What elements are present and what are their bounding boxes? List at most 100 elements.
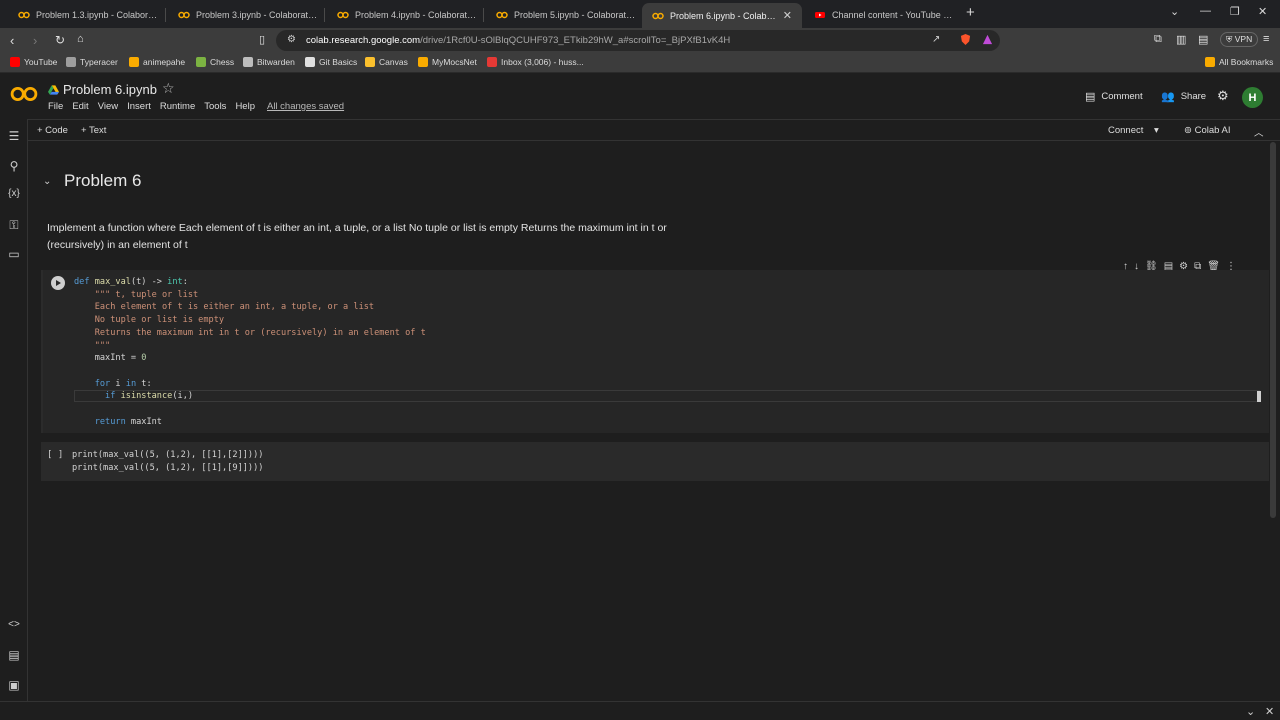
menu-insert[interactable]: Insert bbox=[127, 101, 151, 112]
table-of-contents-icon[interactable]: ☰ bbox=[6, 129, 22, 143]
menu-bar: File Edit View Insert Runtime Tools Help… bbox=[48, 101, 344, 112]
code-line: print(max_val((5, (1,2), [[1],[2]]))) bbox=[72, 450, 264, 460]
back-icon[interactable]: ‹ bbox=[10, 33, 14, 48]
comment-button[interactable]: ▤ Comment bbox=[1085, 90, 1143, 103]
colab-header: Problem 6.ipynb ☆ File Edit View Insert … bbox=[0, 74, 1280, 118]
secrets-key-icon[interactable]: ⚿ bbox=[6, 218, 22, 233]
code-cell-1[interactable]: def max_val(t) -> int: """ t, tuple or l… bbox=[41, 270, 1269, 433]
collapse-header-icon[interactable]: ︿ bbox=[1254, 125, 1264, 139]
files-folder-icon[interactable]: ▭ bbox=[6, 247, 22, 261]
minimize-icon[interactable]: — bbox=[1200, 5, 1211, 17]
code-cell-2[interactable]: [ ] print(max_val((5, (1,2), [[1],[2]]))… bbox=[41, 442, 1269, 481]
sidebar-icon[interactable]: ▥ bbox=[1176, 33, 1186, 46]
vpn-button[interactable]: ⛨ VPN bbox=[1220, 32, 1259, 47]
save-status[interactable]: All changes saved bbox=[267, 101, 344, 112]
share-button[interactable]: 👥 Share bbox=[1161, 90, 1206, 103]
menu-file[interactable]: File bbox=[48, 101, 63, 112]
maximize-icon[interactable]: ❐ bbox=[1230, 5, 1240, 18]
home-icon[interactable]: ⌂ bbox=[77, 33, 84, 45]
bookmark-bitwarden[interactable]: Bitwarden bbox=[243, 57, 295, 67]
browser-toolbar: ‹ › ↻ ⌂ ▯ ⚙ colab.research.google.com/dr… bbox=[0, 28, 1280, 53]
bookmark-mymocsnet[interactable]: MyMocsNet bbox=[418, 57, 477, 67]
git-icon bbox=[305, 57, 315, 67]
chess-icon bbox=[196, 57, 206, 67]
avatar[interactable]: H bbox=[1242, 87, 1263, 108]
star-icon[interactable]: ☆ bbox=[162, 80, 175, 97]
tab-problem-3[interactable]: Problem 3.ipynb - Colaboratory bbox=[168, 3, 328, 27]
notebook-scrollbar[interactable] bbox=[1270, 142, 1276, 518]
code-line: print(max_val((5, (1,2), [[1],[9]]))) bbox=[72, 462, 264, 473]
bookmark-git-basics[interactable]: Git Basics bbox=[305, 57, 357, 67]
bitwarden-icon bbox=[243, 57, 253, 67]
menu-runtime[interactable]: Runtime bbox=[160, 101, 195, 112]
tab-label: Problem 6.ipynb - Colaboratory bbox=[670, 10, 779, 21]
close-tab-icon[interactable]: ✕ bbox=[783, 9, 792, 22]
tab-problem-5[interactable]: Problem 5.ipynb - Colaboratory bbox=[486, 3, 646, 27]
command-palette-icon[interactable]: ▤ bbox=[6, 648, 22, 662]
notebook-title[interactable]: Problem 6.ipynb bbox=[48, 82, 157, 97]
gmail-icon bbox=[487, 57, 497, 67]
add-code-button[interactable]: + Code bbox=[37, 125, 68, 136]
menu-tools[interactable]: Tools bbox=[204, 101, 226, 112]
code-editor[interactable]: def max_val(t) -> int: """ t, tuple or l… bbox=[74, 276, 426, 428]
youtube-icon bbox=[815, 12, 825, 18]
tab-search-icon[interactable]: ⌄ bbox=[1170, 5, 1179, 18]
menu-edit[interactable]: Edit bbox=[72, 101, 88, 112]
close-window-icon[interactable]: ✕ bbox=[1258, 5, 1267, 18]
close-icon[interactable]: ✕ bbox=[1265, 705, 1274, 718]
youtube-icon bbox=[10, 57, 20, 67]
typeracer-icon bbox=[66, 57, 76, 67]
browser-tab-strip: Problem 1.3.ipynb - Colaboratory Problem… bbox=[0, 0, 1280, 28]
brave-shield-icon[interactable] bbox=[960, 34, 971, 48]
terminal-icon[interactable]: ▣ bbox=[6, 678, 22, 692]
extensions-icon[interactable]: ⧉ bbox=[1154, 33, 1162, 46]
reload-icon[interactable]: ↻ bbox=[55, 33, 65, 47]
colab-icon bbox=[178, 11, 190, 19]
new-tab-button[interactable]: + bbox=[966, 4, 975, 21]
site-info-icon[interactable]: ⚙ bbox=[287, 34, 296, 45]
menu-view[interactable]: View bbox=[98, 101, 118, 112]
bookmark-chess[interactable]: Chess bbox=[196, 57, 234, 67]
settings-gear-icon[interactable]: ⚙ bbox=[1217, 88, 1229, 104]
tab-problem-6[interactable]: Problem 6.ipynb - Colaboratory ✕ bbox=[642, 3, 802, 28]
bookmarks-bar: YouTube Typeracer animepahe Chess Bitwar… bbox=[0, 53, 1280, 73]
colab-ai-button[interactable]: ⊚ Colab AI bbox=[1184, 125, 1231, 136]
wallet-icon[interactable]: ▤ bbox=[1198, 33, 1208, 46]
bookmark-canvas[interactable]: Canvas bbox=[365, 57, 408, 67]
bookmark-youtube[interactable]: YouTube bbox=[10, 57, 57, 67]
forward-icon[interactable]: › bbox=[33, 33, 37, 48]
search-icon[interactable]: ⚲ bbox=[6, 159, 22, 173]
colab-icon bbox=[18, 11, 30, 19]
section-collapse-chevron-icon[interactable]: ⌄ bbox=[43, 176, 51, 187]
animepahe-icon bbox=[129, 57, 139, 67]
colab-icon bbox=[337, 11, 349, 19]
variables-icon[interactable]: {x} bbox=[6, 188, 22, 199]
tab-problem-1-3[interactable]: Problem 1.3.ipynb - Colaboratory bbox=[8, 3, 168, 27]
tab-label: Problem 1.3.ipynb - Colaboratory bbox=[36, 10, 158, 20]
run-cell-button[interactable] bbox=[51, 276, 65, 290]
menu-help[interactable]: Help bbox=[235, 101, 255, 112]
bookmark-animepahe[interactable]: animepahe bbox=[129, 57, 185, 67]
code-editor[interactable]: print(max_val((5, (1,2), [[1],[2]]))) pri… bbox=[72, 449, 263, 474]
add-text-button[interactable]: + Text bbox=[81, 125, 106, 136]
tab-youtube-studio[interactable]: Channel content - YouTube Studio bbox=[804, 3, 964, 27]
bookmark-inbox[interactable]: Inbox (3,006) - huss... bbox=[487, 57, 584, 67]
comment-icon: ▤ bbox=[1085, 91, 1096, 103]
tab-label: Problem 5.ipynb - Colaboratory bbox=[514, 10, 636, 20]
chevron-down-icon[interactable]: ⌄ bbox=[1246, 705, 1255, 718]
address-bar[interactable]: ⚙ colab.research.google.com/drive/1Rcf0U… bbox=[276, 30, 1000, 51]
bookmark-typeracer[interactable]: Typeracer bbox=[66, 57, 118, 67]
code-snippets-icon[interactable]: <> bbox=[6, 619, 22, 630]
tab-problem-4[interactable]: Problem 4.ipynb - Colaboratory bbox=[327, 3, 487, 27]
brave-rewards-icon[interactable] bbox=[982, 34, 993, 48]
tab-label: Channel content - YouTube Studio bbox=[832, 10, 954, 20]
all-bookmarks[interactable]: All Bookmarks bbox=[1205, 57, 1273, 67]
connect-button[interactable]: Connect ▾ bbox=[1108, 125, 1159, 136]
menu-icon[interactable]: ≡ bbox=[1263, 33, 1269, 45]
share-page-icon[interactable]: ↗ bbox=[932, 34, 940, 45]
execution-count[interactable]: [ ] bbox=[47, 450, 63, 460]
bookmark-page-icon[interactable]: ▯ bbox=[259, 33, 265, 46]
colab-logo-icon[interactable] bbox=[10, 84, 38, 104]
notebook-toolbar: + Code + Text Connect ▾ ⊚ Colab AI ︿ bbox=[28, 119, 1280, 141]
section-heading: Problem 6 bbox=[64, 171, 142, 190]
